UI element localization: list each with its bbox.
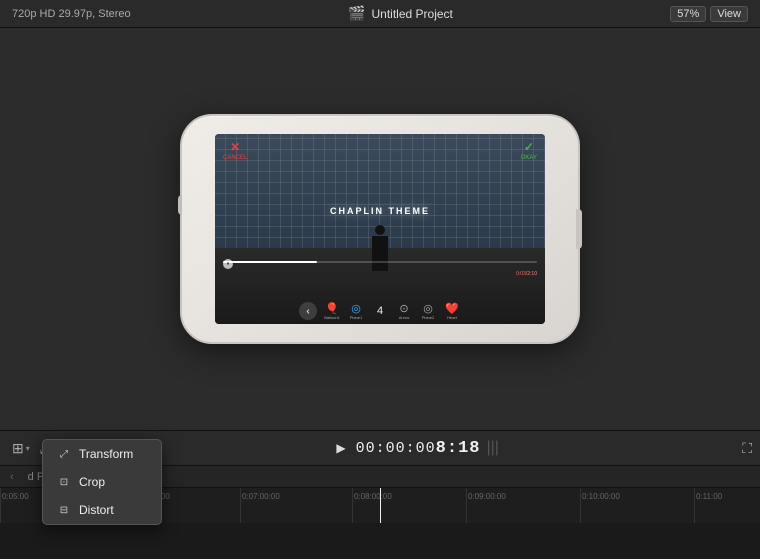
dropdown-item-distort[interactable]: ⊟ Distort [43,496,161,524]
ruler-tick-0: 0:05:00 [2,492,29,501]
title-center: 🎬 Untitled Project [348,5,453,22]
bottom-toolbar: ⊞ ▾ ⤢ ▾ ◎ ▾ ▶ 00:00:008:18 ||| ⛶ ⤢ Trans… [0,430,760,466]
phone-power-button [576,209,582,249]
ruler-line-6 [694,488,695,523]
ok-overlay: ✓ OKAY [521,140,537,161]
distort-label: Distort [79,503,114,517]
top-bar-right: 57% View [670,6,748,22]
playhead [380,488,381,523]
ruler-line-3 [352,488,353,523]
number-button[interactable]: 4 [371,302,389,320]
pause-button[interactable]: ⏸ [223,259,233,269]
video-time: 0:03/2:10 [516,271,537,277]
ruler-line-2 [240,488,241,523]
plane1-button[interactable]: ◎ Plane1 [347,302,365,320]
project-title: Untitled Project [372,7,453,21]
transform-dropdown: ⤢ Transform ⊡ Crop ⊟ Distort [42,439,162,525]
phone-body: ✕ CANCEL ✓ OKAY CHAPLIN THEME [180,114,580,344]
check-icon: ✓ [524,140,534,154]
crop-menu-icon: ⊡ [57,475,71,489]
ruler-line-5 [580,488,581,523]
timecode-frames: 8:18 [436,439,481,458]
cancel-label: CANCEL [223,155,247,161]
phone-volume-button [178,195,182,215]
ruler-line-0 [0,488,1,523]
distort-menu-icon: ⊟ [57,503,71,517]
ok-label: OKAY [521,155,537,161]
transform-menu-icon: ⤢ [57,447,71,461]
resolution-label: 720p HD 29.97p, Stereo [12,8,131,20]
person-head [375,225,385,235]
dropdown-item-crop[interactable]: ⊡ Crop [43,468,161,496]
chaplin-title: CHAPLIN THEME [330,206,430,216]
balloon-button[interactable]: 🎈 Balloon1 [323,302,341,320]
ruler-tick-2: 0:07:00:00 [242,492,280,501]
play-button[interactable]: ▶ [332,441,349,455]
arrow-button[interactable]: ⊙ Arrow [395,302,413,320]
ruler-tick-4: 0:09:00:00 [468,492,506,501]
film-icon: 🎬 [348,5,365,22]
crop-label: Crop [79,475,105,489]
ruler-tick-5: 0:10:00:00 [582,492,620,501]
top-bar: 720p HD 29.97p, Stereo 🎬 Untitled Projec… [0,0,760,28]
layout-button[interactable]: ⊞ ▾ [8,437,34,460]
layout-icon: ⊞ [12,440,24,457]
phone-mockup: ✕ CANCEL ✓ OKAY CHAPLIN THEME [170,59,590,399]
ruler-tick-3: 0:08:00:00 [354,492,392,501]
dropdown-item-transform[interactable]: ⤢ Transform [43,440,161,468]
transform-label: Transform [79,447,133,461]
phone-video: ✕ CANCEL ✓ OKAY CHAPLIN THEME [215,134,545,324]
ruler-tick-6: 0:11:00 [696,492,722,501]
back-button[interactable]: ‹ [299,302,317,320]
layout-chevron: ▾ [26,444,30,453]
timecode-value: 00:00:008:18 [356,439,481,458]
phone-controls: ‹ 🎈 Balloon1 ◎ Plane1 4 [215,302,545,320]
video-progress-fill [223,261,317,263]
phone-screen: ✕ CANCEL ✓ OKAY CHAPLIN THEME [215,134,545,324]
view-button[interactable]: View [710,6,748,22]
x-icon: ✕ [230,140,240,154]
timeline-prev-button[interactable]: ‹ [6,470,18,484]
plane2-button[interactable]: ◎ Plane2 [419,302,437,320]
timecode-bars: ||| [486,439,498,457]
heart-button[interactable]: ❤️ Heart [443,302,461,320]
timecode-display: ▶ 00:00:008:18 ||| [97,439,734,458]
cancel-overlay: ✕ CANCEL [223,140,247,161]
person-silhouette [372,236,388,271]
fullscreen-button[interactable]: ⛶ [742,440,752,457]
preview-area: ✕ CANCEL ✓ OKAY CHAPLIN THEME [0,28,760,430]
zoom-button[interactable]: 57% [670,6,706,22]
video-progress-bar [223,261,537,263]
ruler-line-4 [466,488,467,523]
